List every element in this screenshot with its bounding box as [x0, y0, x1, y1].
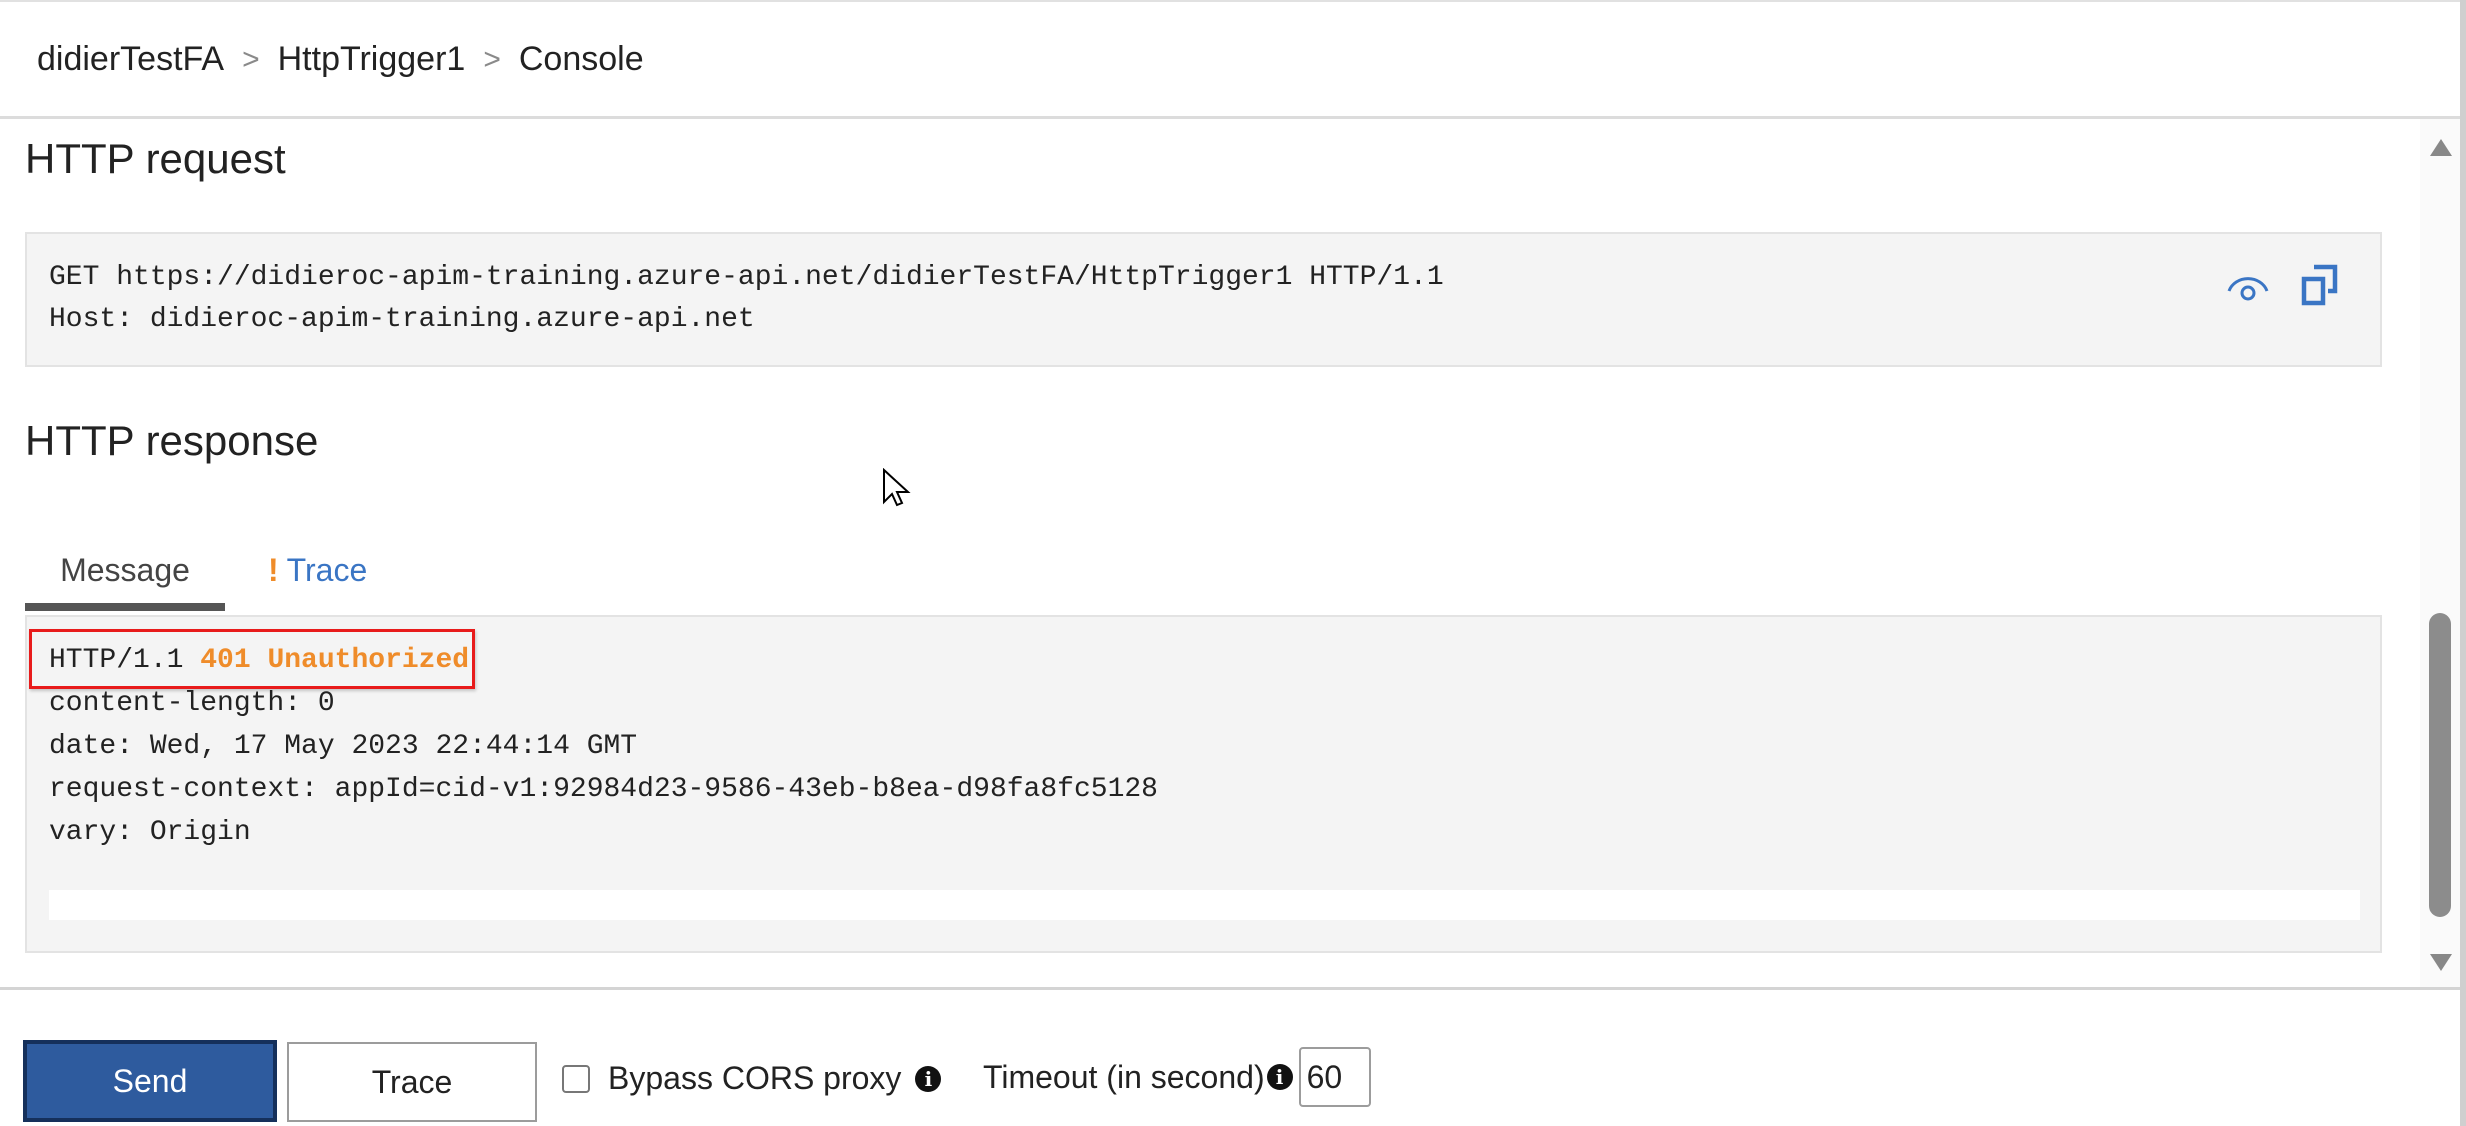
breadcrumb-item-function-app[interactable]: didierTestFA	[37, 40, 224, 79]
timeout-label: Timeout (in second)	[983, 1058, 1265, 1095]
tab-message-label: Message	[60, 551, 190, 588]
bypass-cors-label[interactable]: Bypass CORS proxy	[608, 1060, 901, 1097]
response-status-line: HTTP/1.1 401 Unauthorized	[49, 645, 469, 676]
http-response-title: HTTP response	[25, 417, 319, 464]
http-request-title: HTTP request	[25, 135, 286, 182]
status-protocol: HTTP/1.1	[49, 645, 201, 676]
response-tabs: Message ! Trace	[25, 529, 367, 611]
tab-message[interactable]: Message	[25, 529, 225, 611]
timeout-setting: Timeout (in second) i	[983, 1045, 1371, 1109]
scroll-down-arrow-icon[interactable]	[2430, 954, 2452, 971]
warning-icon: !	[268, 551, 279, 588]
bypass-cors-option: Bypass CORS proxy i	[562, 1060, 942, 1097]
breadcrumb-item-console: Console	[518, 40, 644, 78]
console-scroll-area: HTTP request GET https://didieroc-apim-t…	[0, 119, 2460, 987]
http-response-box: HTTP/1.1 401 Unauthorized content-length…	[25, 615, 2382, 953]
response-header-line: date: Wed, 17 May 2023 22:44:14 GMT	[49, 731, 638, 762]
response-header-line: vary: Origin	[49, 817, 251, 848]
tab-trace-label: Trace	[286, 551, 368, 588]
eye-icon[interactable]	[2226, 269, 2270, 301]
window-right-edge	[2460, 0, 2466, 1126]
info-icon[interactable]: i	[1266, 1064, 1293, 1090]
footer-toolbar: Send Trace Bypass CORS proxy i Timeout (…	[0, 990, 2460, 1126]
request-line: GET https://didieroc-apim-training.azure…	[49, 262, 1444, 293]
status-code: 401 Unauthorized	[200, 645, 470, 676]
bypass-cors-checkbox[interactable]	[562, 1064, 590, 1093]
scrollbar-thumb[interactable]	[2429, 613, 2451, 917]
header: didierTestFA > HttpTrigger1 > Console	[0, 2, 2460, 119]
vertical-scrollbar[interactable]	[2420, 119, 2460, 987]
tab-trace[interactable]: ! Trace	[268, 529, 367, 611]
copy-icon[interactable]	[2300, 264, 2338, 306]
request-actions	[2226, 264, 2338, 306]
info-icon[interactable]: i	[915, 1065, 942, 1092]
breadcrumb-separator: >	[483, 42, 501, 76]
response-header-line: content-length: 0	[49, 688, 335, 719]
response-header-line: request-context: appId=cid-v1:92984d23-9…	[49, 774, 1158, 805]
response-body-area[interactable]	[49, 890, 2360, 920]
breadcrumb: didierTestFA > HttpTrigger1 > Console	[37, 40, 644, 79]
scroll-up-arrow-icon[interactable]	[2430, 139, 2452, 156]
breadcrumb-separator: >	[242, 42, 260, 76]
request-host-line: Host: didieroc-apim-training.azure-api.n…	[49, 304, 755, 335]
send-button[interactable]: Send	[23, 1040, 277, 1122]
http-request-box: GET https://didieroc-apim-training.azure…	[25, 232, 2382, 367]
breadcrumb-item-function[interactable]: HttpTrigger1	[278, 40, 466, 79]
trace-button[interactable]: Trace	[287, 1042, 537, 1122]
timeout-input[interactable]	[1298, 1047, 1371, 1107]
